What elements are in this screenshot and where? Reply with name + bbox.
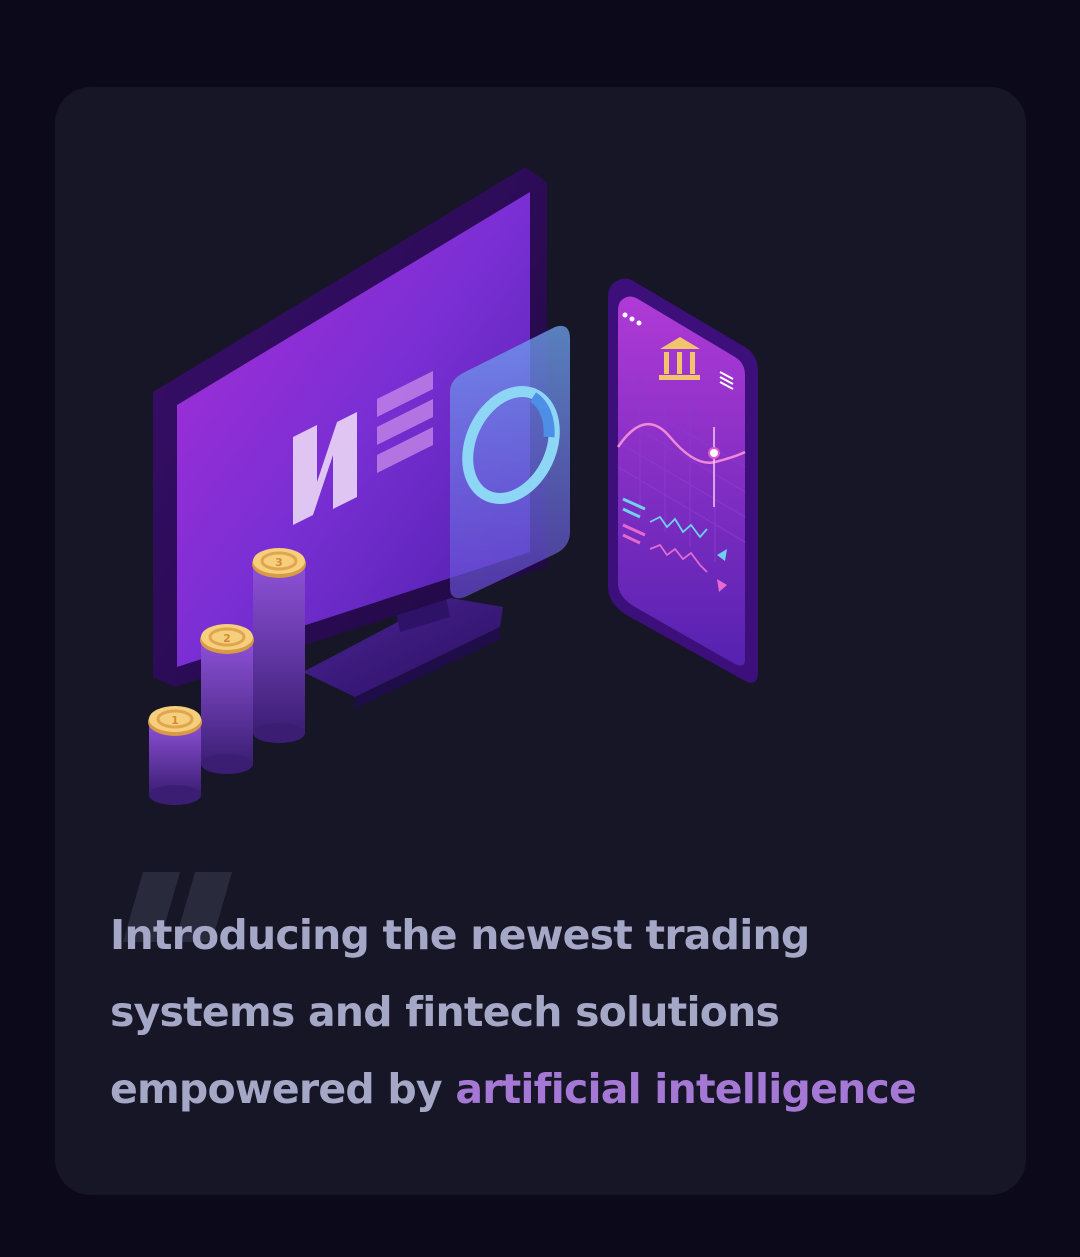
smartphone-icon <box>608 278 758 683</box>
coin-label-1: 1 <box>171 714 179 727</box>
promo-card: 1 2 3 Introducing the newest trading sys… <box>55 87 1026 1195</box>
highlight-text: artificial intelligence <box>455 1065 916 1113</box>
headline-line-2: systems and fintech solutions <box>110 988 780 1036</box>
fintech-illustration: 1 2 3 <box>148 167 758 805</box>
headline-line-3-prefix: empowered by <box>110 1065 456 1113</box>
headline: Introducing the newest trading systems a… <box>110 897 990 1128</box>
coin-label-2: 2 <box>223 632 231 645</box>
coin-label-3: 3 <box>275 556 283 569</box>
headline-line-3: empowered by artificial intelligence <box>110 1051 990 1128</box>
headline-line-1: Introducing the newest trading <box>110 911 810 959</box>
